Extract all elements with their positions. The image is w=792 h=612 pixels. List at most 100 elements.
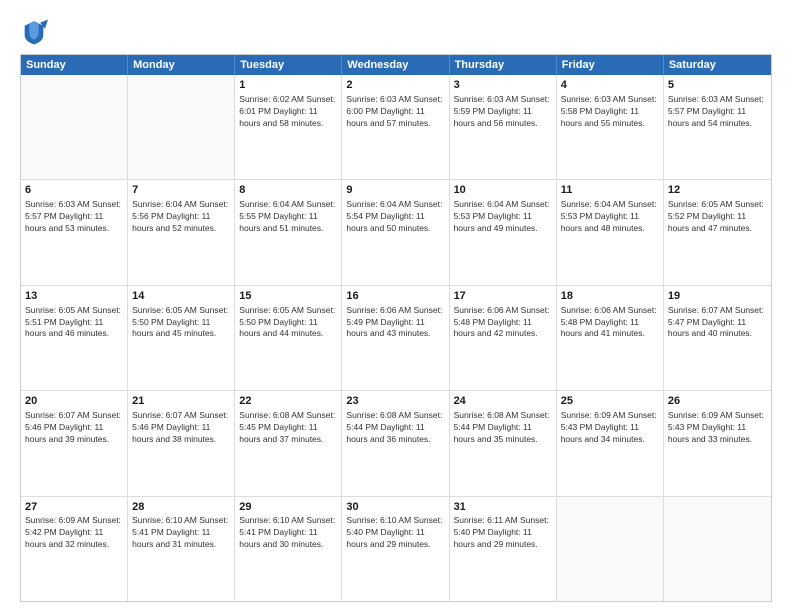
day-number: 17 [454,289,552,304]
day-info: Sunrise: 6:03 AM Sunset: 5:59 PM Dayligh… [454,94,552,130]
cal-cell: 24Sunrise: 6:08 AM Sunset: 5:44 PM Dayli… [450,391,557,495]
day-number: 10 [454,183,552,198]
cal-cell: 31Sunrise: 6:11 AM Sunset: 5:40 PM Dayli… [450,497,557,601]
day-number: 31 [454,500,552,515]
cal-cell: 23Sunrise: 6:08 AM Sunset: 5:44 PM Dayli… [342,391,449,495]
day-number: 24 [454,394,552,409]
day-info: Sunrise: 6:08 AM Sunset: 5:44 PM Dayligh… [454,410,552,446]
day-number: 18 [561,289,659,304]
day-info: Sunrise: 6:09 AM Sunset: 5:42 PM Dayligh… [25,515,123,551]
header-cell-monday: Monday [128,55,235,75]
cal-cell: 15Sunrise: 6:05 AM Sunset: 5:50 PM Dayli… [235,286,342,390]
cal-cell: 6Sunrise: 6:03 AM Sunset: 5:57 PM Daylig… [21,180,128,284]
day-number: 21 [132,394,230,409]
cal-cell: 1Sunrise: 6:02 AM Sunset: 6:01 PM Daylig… [235,75,342,179]
day-info: Sunrise: 6:03 AM Sunset: 6:00 PM Dayligh… [346,94,444,130]
cal-cell: 3Sunrise: 6:03 AM Sunset: 5:59 PM Daylig… [450,75,557,179]
day-number: 22 [239,394,337,409]
day-number: 5 [668,78,767,93]
day-info: Sunrise: 6:03 AM Sunset: 5:57 PM Dayligh… [668,94,767,130]
cal-cell: 25Sunrise: 6:09 AM Sunset: 5:43 PM Dayli… [557,391,664,495]
day-number: 20 [25,394,123,409]
day-number: 16 [346,289,444,304]
cal-cell: 17Sunrise: 6:06 AM Sunset: 5:48 PM Dayli… [450,286,557,390]
day-number: 6 [25,183,123,198]
cal-cell: 22Sunrise: 6:08 AM Sunset: 5:45 PM Dayli… [235,391,342,495]
day-number: 11 [561,183,659,198]
cal-week-1: 1Sunrise: 6:02 AM Sunset: 6:01 PM Daylig… [21,75,771,180]
calendar: SundayMondayTuesdayWednesdayThursdayFrid… [20,54,772,602]
day-number: 29 [239,500,337,515]
day-number: 27 [25,500,123,515]
cal-week-4: 20Sunrise: 6:07 AM Sunset: 5:46 PM Dayli… [21,391,771,496]
day-number: 23 [346,394,444,409]
day-info: Sunrise: 6:06 AM Sunset: 5:49 PM Dayligh… [346,305,444,341]
day-info: Sunrise: 6:09 AM Sunset: 5:43 PM Dayligh… [561,410,659,446]
cal-cell: 11Sunrise: 6:04 AM Sunset: 5:53 PM Dayli… [557,180,664,284]
cal-cell: 20Sunrise: 6:07 AM Sunset: 5:46 PM Dayli… [21,391,128,495]
day-number: 7 [132,183,230,198]
day-info: Sunrise: 6:05 AM Sunset: 5:50 PM Dayligh… [239,305,337,341]
day-number: 1 [239,78,337,93]
day-info: Sunrise: 6:05 AM Sunset: 5:52 PM Dayligh… [668,199,767,235]
day-info: Sunrise: 6:05 AM Sunset: 5:51 PM Dayligh… [25,305,123,341]
day-info: Sunrise: 6:10 AM Sunset: 5:41 PM Dayligh… [132,515,230,551]
cal-cell: 7Sunrise: 6:04 AM Sunset: 5:56 PM Daylig… [128,180,235,284]
day-info: Sunrise: 6:10 AM Sunset: 5:41 PM Dayligh… [239,515,337,551]
cal-cell: 8Sunrise: 6:04 AM Sunset: 5:55 PM Daylig… [235,180,342,284]
day-info: Sunrise: 6:07 AM Sunset: 5:46 PM Dayligh… [132,410,230,446]
day-number: 26 [668,394,767,409]
logo-icon [20,18,48,46]
cal-cell: 5Sunrise: 6:03 AM Sunset: 5:57 PM Daylig… [664,75,771,179]
day-number: 30 [346,500,444,515]
header-cell-wednesday: Wednesday [342,55,449,75]
calendar-body: 1Sunrise: 6:02 AM Sunset: 6:01 PM Daylig… [21,75,771,601]
cal-cell [21,75,128,179]
day-info: Sunrise: 6:06 AM Sunset: 5:48 PM Dayligh… [454,305,552,341]
day-number: 19 [668,289,767,304]
cal-cell: 18Sunrise: 6:06 AM Sunset: 5:48 PM Dayli… [557,286,664,390]
logo [20,18,52,46]
day-number: 3 [454,78,552,93]
cal-cell: 28Sunrise: 6:10 AM Sunset: 5:41 PM Dayli… [128,497,235,601]
cal-cell: 16Sunrise: 6:06 AM Sunset: 5:49 PM Dayli… [342,286,449,390]
cal-cell: 2Sunrise: 6:03 AM Sunset: 6:00 PM Daylig… [342,75,449,179]
cal-cell: 9Sunrise: 6:04 AM Sunset: 5:54 PM Daylig… [342,180,449,284]
day-number: 8 [239,183,337,198]
day-info: Sunrise: 6:03 AM Sunset: 5:58 PM Dayligh… [561,94,659,130]
day-info: Sunrise: 6:04 AM Sunset: 5:54 PM Dayligh… [346,199,444,235]
page: SundayMondayTuesdayWednesdayThursdayFrid… [0,0,792,612]
day-info: Sunrise: 6:07 AM Sunset: 5:46 PM Dayligh… [25,410,123,446]
cal-week-3: 13Sunrise: 6:05 AM Sunset: 5:51 PM Dayli… [21,286,771,391]
day-info: Sunrise: 6:09 AM Sunset: 5:43 PM Dayligh… [668,410,767,446]
day-info: Sunrise: 6:04 AM Sunset: 5:53 PM Dayligh… [561,199,659,235]
day-info: Sunrise: 6:02 AM Sunset: 6:01 PM Dayligh… [239,94,337,130]
header-cell-friday: Friday [557,55,664,75]
cal-week-2: 6Sunrise: 6:03 AM Sunset: 5:57 PM Daylig… [21,180,771,285]
day-info: Sunrise: 6:05 AM Sunset: 5:50 PM Dayligh… [132,305,230,341]
day-number: 2 [346,78,444,93]
cal-cell [664,497,771,601]
day-info: Sunrise: 6:08 AM Sunset: 5:45 PM Dayligh… [239,410,337,446]
header-cell-saturday: Saturday [664,55,771,75]
header-cell-thursday: Thursday [450,55,557,75]
cal-week-5: 27Sunrise: 6:09 AM Sunset: 5:42 PM Dayli… [21,497,771,601]
calendar-header: SundayMondayTuesdayWednesdayThursdayFrid… [21,55,771,75]
cal-cell: 27Sunrise: 6:09 AM Sunset: 5:42 PM Dayli… [21,497,128,601]
day-number: 9 [346,183,444,198]
day-info: Sunrise: 6:06 AM Sunset: 5:48 PM Dayligh… [561,305,659,341]
page-header [20,18,772,46]
day-info: Sunrise: 6:04 AM Sunset: 5:56 PM Dayligh… [132,199,230,235]
day-number: 25 [561,394,659,409]
cal-cell: 30Sunrise: 6:10 AM Sunset: 5:40 PM Dayli… [342,497,449,601]
day-number: 12 [668,183,767,198]
day-number: 15 [239,289,337,304]
cal-cell: 4Sunrise: 6:03 AM Sunset: 5:58 PM Daylig… [557,75,664,179]
day-info: Sunrise: 6:03 AM Sunset: 5:57 PM Dayligh… [25,199,123,235]
header-cell-tuesday: Tuesday [235,55,342,75]
cal-cell: 21Sunrise: 6:07 AM Sunset: 5:46 PM Dayli… [128,391,235,495]
cal-cell: 14Sunrise: 6:05 AM Sunset: 5:50 PM Dayli… [128,286,235,390]
cal-cell: 12Sunrise: 6:05 AM Sunset: 5:52 PM Dayli… [664,180,771,284]
cal-cell: 10Sunrise: 6:04 AM Sunset: 5:53 PM Dayli… [450,180,557,284]
day-number: 13 [25,289,123,304]
